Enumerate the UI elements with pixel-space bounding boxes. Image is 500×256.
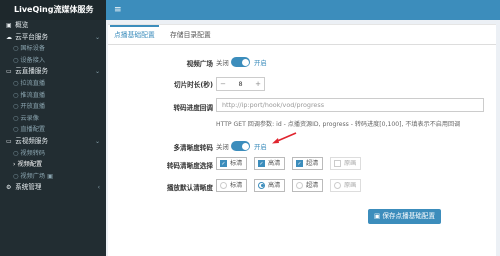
radio-icon	[296, 181, 303, 189]
chevron-left-icon: ‹	[97, 184, 100, 192]
gear-icon: ⚙	[6, 184, 12, 192]
save-icon: ▣	[374, 212, 381, 220]
unchecked-box-icon	[334, 159, 341, 167]
checkbox-hd[interactable]: ✓ 高清	[254, 157, 285, 170]
chevron-down-icon: ⌄	[94, 137, 100, 145]
video-square-off-text: 关闭	[216, 59, 229, 67]
sidebar-item-pull-live[interactable]: ○ 拉流直播	[0, 78, 106, 90]
video-icon: ▭	[6, 137, 12, 145]
radio-label: 原画	[344, 182, 357, 189]
sidebar-item-label: 设备接入	[20, 56, 46, 64]
sidebar-item-gb-devices[interactable]: ○ 国标设备	[0, 43, 106, 55]
multi-res-on-text: 开启	[254, 143, 267, 151]
sidebar-item-label: 云视频服务	[15, 136, 49, 145]
tab-storage-dir-config[interactable]: 存储目录配置	[170, 25, 211, 45]
check-icon: ✓	[296, 159, 303, 167]
checkbox-label: 标清	[230, 160, 243, 167]
increment-button[interactable]: +	[252, 78, 264, 90]
sidebar-item-label: 国标设备	[20, 45, 46, 53]
multi-res-label: 多清晰度转码	[173, 144, 213, 152]
sidebar-item-device-access[interactable]: ○ 设备接入	[0, 55, 106, 67]
checkbox-uhd[interactable]: ✓ 超清	[292, 157, 323, 170]
sidebar-item-push-live[interactable]: ○ 推流直播	[0, 90, 106, 102]
radio-icon	[220, 181, 227, 189]
sidebar: LiveQing流媒体服务 ▣ 概览 ☁ 云平台服务 ⌄ ○ 国标设备 ○ 设备…	[0, 0, 106, 256]
sidebar-item-label: 视频配置	[17, 161, 43, 169]
radio-uhd[interactable]: 超清	[292, 179, 323, 192]
res-select-label: 转码清晰度选择	[166, 162, 213, 170]
radio-icon	[334, 181, 341, 189]
sidebar-item-video-square[interactable]: ○ 视频广场 ▣	[0, 171, 106, 183]
chevron-down-icon: ⌄	[94, 33, 100, 41]
tab-bar: 点播基础配置 存储目录配置	[108, 25, 496, 45]
slice-duration-stepper[interactable]: − 8 +	[216, 77, 265, 91]
sidebar-group-cloud-live[interactable]: ▭ 云直播服务 ⌄	[0, 66, 106, 78]
sidebar-item-label: 直播配置	[20, 126, 46, 134]
sidebar-item-label: 视频转码	[20, 149, 46, 157]
slice-duration-value[interactable]: 8	[229, 78, 252, 90]
video-square-on-text: 开启	[254, 59, 267, 67]
tab-vod-basic-config[interactable]: 点播基础配置	[110, 25, 159, 45]
dashboard-icon: ▣	[6, 22, 12, 29]
video-square-label: 视频广场	[186, 60, 213, 68]
sidebar-item-label: 云直播服务	[15, 67, 49, 76]
sidebar-item-label: 概览	[15, 21, 29, 29]
check-icon: ✓	[258, 159, 265, 167]
radio-label: 标清	[230, 182, 243, 189]
slice-duration-label: 切片时长(秒)	[174, 81, 213, 89]
decrement-button[interactable]: −	[217, 78, 229, 90]
sidebar-item-overview[interactable]: ▣ 概览	[0, 20, 106, 32]
square-icon: ▣	[47, 172, 53, 180]
radio-original: 原画	[330, 179, 361, 192]
default-res-label: 播放默认清晰度	[166, 184, 213, 192]
video-square-switch[interactable]	[231, 57, 250, 67]
red-arrow-annotation	[272, 132, 297, 144]
sidebar-item-label: 拉流直播	[20, 79, 46, 87]
sidebar-group-cloud-platform[interactable]: ☁ 云平台服务 ⌄	[0, 32, 106, 44]
radio-hd[interactable]: 高清	[254, 179, 285, 192]
checkbox-label: 超清	[306, 160, 319, 167]
sidebar-item-video-config[interactable]: › 视频配置	[0, 159, 106, 171]
checkbox-sd[interactable]: ✓ 标清	[216, 157, 247, 170]
transcode-callback-input[interactable]: http://ip:port/hook/vod/progress	[216, 98, 484, 112]
transcode-callback-label: 转码进度回调	[173, 104, 213, 112]
multi-res-switch[interactable]	[231, 141, 250, 151]
radio-label: 超清	[306, 182, 319, 189]
radio-label: 高清	[268, 182, 281, 189]
checkbox-original: 原画	[330, 157, 361, 170]
sidebar-group-cloud-video[interactable]: ▭ 云视频服务 ⌄	[0, 136, 106, 148]
chevron-down-icon: ⌄	[94, 68, 100, 76]
checkbox-label: 原画	[344, 160, 357, 167]
transcode-callback-help: HTTP GET 回调参数: id - 点播资源ID, progress - 转…	[216, 121, 461, 128]
checkbox-label: 高清	[268, 160, 281, 167]
check-icon: ✓	[220, 159, 227, 167]
sidebar-item-open-live[interactable]: ○ 开放直播	[0, 101, 106, 113]
sidebar-item-label: 云录像	[20, 114, 39, 122]
sidebar-item-label: 云平台服务	[15, 32, 49, 41]
radio-selected-icon	[258, 181, 265, 189]
multi-res-off-text: 关闭	[216, 143, 229, 151]
menu-toggle-icon[interactable]: ≡	[114, 4, 122, 16]
sidebar-item-video-transcode[interactable]: ○ 视频转码	[0, 148, 106, 160]
save-vod-config-button[interactable]: ▣ 保存点播基础配置	[368, 209, 442, 224]
radio-sd[interactable]: 标清	[216, 179, 247, 192]
sidebar-item-label: 推流直播	[20, 91, 46, 99]
video-icon: ▭	[6, 68, 12, 76]
cloud-icon: ☁	[6, 33, 12, 41]
sidebar-item-cloud-recording[interactable]: ○ 云录像	[0, 113, 106, 125]
save-button-label: 保存点播基础配置	[382, 212, 436, 220]
config-panel: 点播基础配置 存储目录配置 视频广场 关闭 开启 切片时长(秒) − 8 + 转…	[108, 24, 496, 256]
sidebar-item-label: 系统管理	[15, 183, 42, 192]
sidebar-item-label: 开放直播	[20, 103, 46, 111]
brand-title: LiveQing流媒体服务	[0, 0, 106, 20]
top-navbar: ≡	[106, 0, 500, 20]
sidebar-group-system[interactable]: ⚙ 系统管理 ‹	[0, 182, 106, 194]
sidebar-item-label: 视频广场	[20, 172, 46, 180]
sidebar-item-live-config[interactable]: ○ 直播配置	[0, 124, 106, 136]
